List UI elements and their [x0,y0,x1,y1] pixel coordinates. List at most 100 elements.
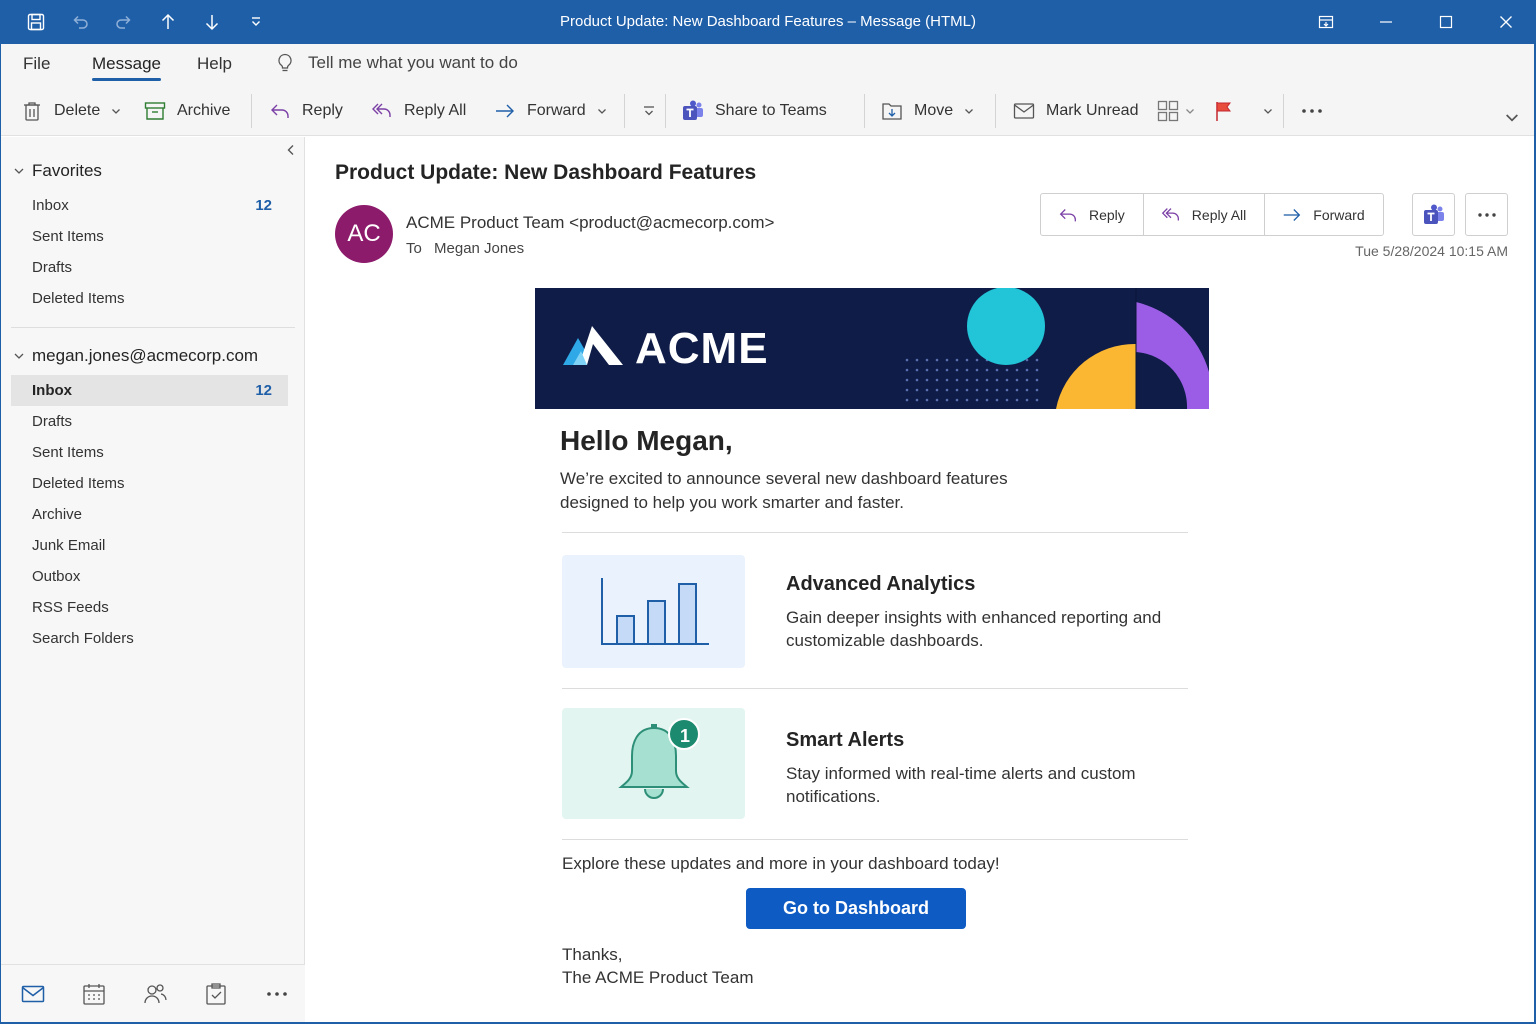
mail-icon[interactable] [18,979,48,1009]
sidebar-item-favorites-deleted[interactable]: Deleted Items [11,283,288,314]
delete-button[interactable]: Delete [20,86,122,136]
tell-me-search[interactable]: Tell me what you want to do [274,52,518,74]
account-header[interactable]: megan.jones@acmecorp.com [12,346,258,366]
reply-all-icon [372,103,391,117]
message-more-button[interactable] [1465,193,1508,236]
archive-label: Archive [177,102,231,119]
respond-more-button[interactable] [637,86,661,136]
people-icon[interactable] [140,979,170,1009]
sidebar-item-sent-items[interactable]: Sent Items [11,437,288,468]
more-icon [1477,212,1496,217]
sender-name[interactable]: ACME Product Team <product@acmecorp.com> [406,213,774,233]
sidebar-item-rss-feeds[interactable]: RSS Feeds [11,592,288,623]
favorites-header[interactable]: Favorites [12,161,102,181]
forward-label: Forward [1313,206,1365,223]
folder-label: Archive [32,506,83,523]
reading-pane: Product Update: New Dashboard Features A… [306,137,1536,1024]
expand-ribbon-button[interactable] [1504,98,1520,136]
notification-badge-count: 1 [679,726,690,746]
divider [562,839,1188,840]
message-reply-all-button[interactable]: Reply All [1144,194,1266,235]
envelope-icon [1013,103,1035,119]
account-label: megan.jones@acmecorp.com [32,346,259,365]
forward-label: Forward [527,102,586,119]
share-teams-label: Share to Teams [715,102,827,119]
categorize-icon [1157,100,1179,122]
move-label: Move [914,102,954,119]
sidebar-item-archive[interactable]: Archive [11,499,288,530]
feature-description: Gain deeper insights with enhanced repor… [786,608,1162,650]
sidebar-item-favorites-drafts[interactable]: Drafts [11,252,288,283]
favorites-label: Favorites [32,161,102,180]
to-label: To [406,240,422,257]
sidebar-item-search-folders[interactable]: Search Folders [11,623,288,654]
teams-icon [683,100,703,120]
more-commands-button[interactable] [1300,86,1324,136]
collapse-pane-icon[interactable] [284,143,298,157]
tasks-icon[interactable] [201,979,231,1009]
folder-label: RSS Feeds [32,599,109,616]
title-bar: Product Update: New Dashboard Features –… [0,0,1536,44]
reply-all-label: Reply All [1191,206,1247,223]
ribbon-display-options-icon[interactable] [1296,0,1356,44]
chevron-down-icon[interactable] [596,105,608,117]
feature-description: Stay informed with real-time alerts and … [786,764,1136,806]
categorize-button[interactable] [1156,86,1196,136]
forward-arrow-icon [496,104,514,118]
brand-name: ACME [635,324,769,373]
feature-image-alerts: 1 [562,708,745,819]
chevron-down-icon[interactable] [963,105,975,117]
message-forward-button[interactable]: Forward [1265,194,1382,235]
tab-file[interactable]: File [23,54,50,74]
folder-pane: Favorites Inbox 12 Sent Items Drafts Del… [0,137,305,1024]
window-border [0,44,1,1024]
reply-all-button[interactable]: Reply All [370,86,466,136]
tab-message[interactable]: Message [92,54,161,81]
share-to-teams-button[interactable]: Share to Teams [681,86,827,136]
calendar-icon[interactable] [79,979,109,1009]
go-to-dashboard-button[interactable]: Go to Dashboard [746,888,966,929]
message-reply-button[interactable]: Reply [1041,194,1144,235]
module-nav-bar [0,964,305,1024]
sidebar-item-outbox[interactable]: Outbox [11,561,288,592]
archive-button[interactable]: Archive [143,86,230,136]
move-button[interactable]: Move [880,86,975,136]
email-banner: ACME [535,288,1209,409]
sidebar-item-favorites-inbox[interactable]: Inbox 12 [11,190,288,221]
folder-label: Outbox [32,568,81,585]
chevron-down-icon [1506,114,1518,122]
sidebar-item-inbox[interactable]: Inbox 12 [11,375,288,406]
feature-title: Advanced Analytics [786,573,976,595]
forward-button[interactable]: Forward [493,86,608,136]
sidebar-item-favorites-sent[interactable]: Sent Items [11,221,288,252]
delete-label: Delete [54,102,101,119]
reply-icon [1059,208,1076,221]
sidebar-item-deleted-items[interactable]: Deleted Items [11,468,288,499]
flag-button[interactable] [1212,86,1274,136]
recipient-name[interactable]: Megan Jones [434,240,524,257]
acme-logo-icon [563,326,623,365]
mark-unread-button[interactable]: Mark Unread [1012,86,1138,136]
sidebar-item-drafts[interactable]: Drafts [11,406,288,437]
lightbulb-icon [278,53,292,72]
chevron-down-icon[interactable] [1184,105,1196,117]
folder-label: Junk Email [32,537,106,554]
close-icon[interactable] [1476,0,1536,44]
teams-share-button[interactable] [1412,193,1455,236]
move-folder-icon [882,103,902,120]
avatar[interactable]: AC [335,205,393,263]
maximize-icon[interactable] [1416,0,1476,44]
reply-button[interactable]: Reply [268,86,343,136]
tab-help[interactable]: Help [197,54,232,74]
sidebar-item-junk-email[interactable]: Junk Email [11,530,288,561]
reply-label: Reply [1089,206,1125,223]
more-apps-icon[interactable] [262,979,292,1009]
minimize-icon[interactable] [1356,0,1416,44]
chevron-down-icon[interactable] [1262,105,1274,117]
chevron-down-icon[interactable] [110,105,122,117]
teams-icon [1423,204,1444,224]
reply-all-label: Reply All [404,102,467,119]
reply-all-icon [1161,207,1179,220]
divider [562,532,1188,533]
feature-image-analytics [562,555,745,668]
